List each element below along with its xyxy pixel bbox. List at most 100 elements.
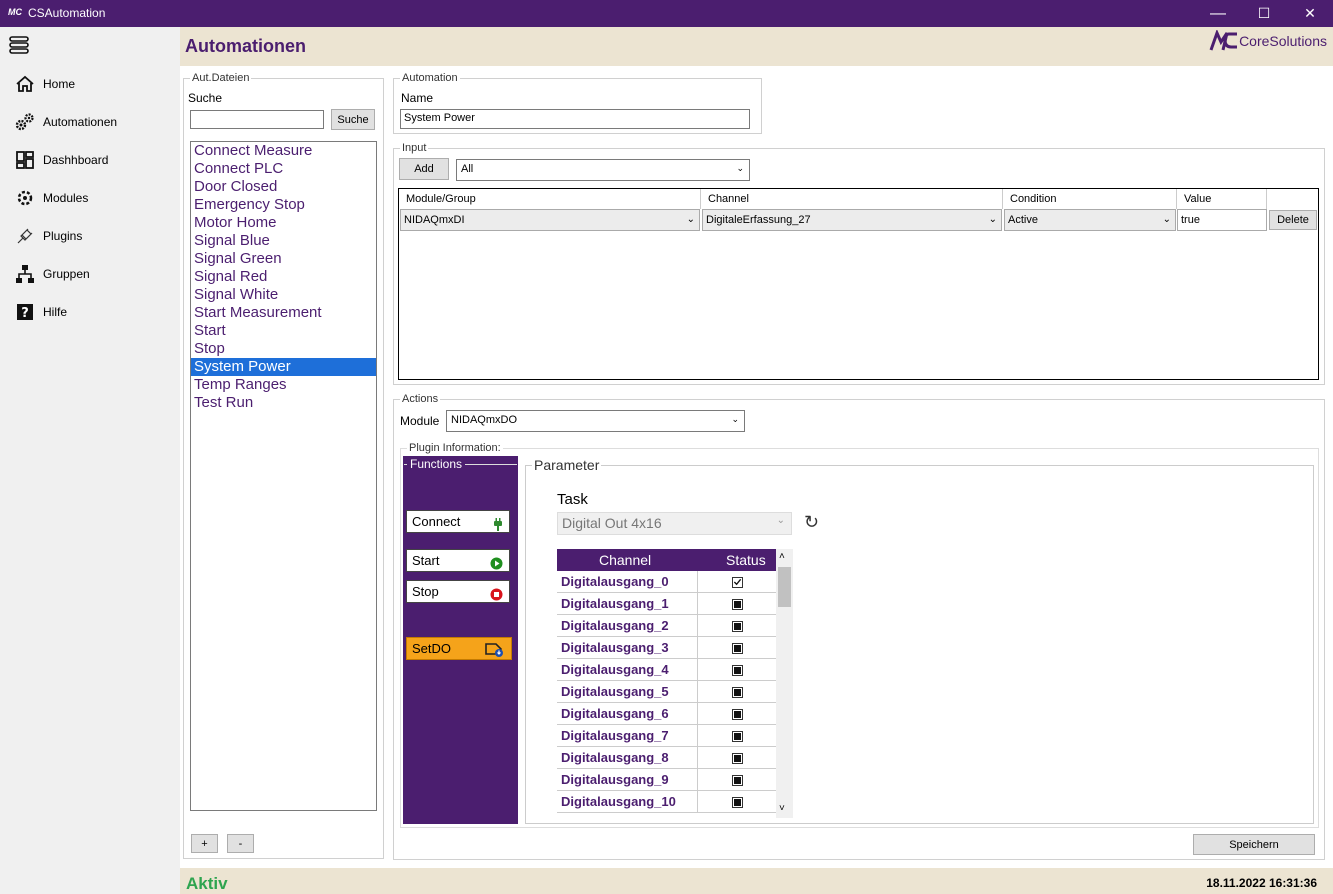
dashboard-icon bbox=[14, 150, 36, 170]
home-icon bbox=[14, 74, 36, 94]
minimize-button[interactable]: — bbox=[1195, 0, 1241, 27]
condition-select[interactable]: Active ⌄ bbox=[1004, 209, 1176, 231]
list-item[interactable]: Signal White bbox=[191, 286, 376, 304]
status-column-header: Status bbox=[726, 552, 766, 568]
nav-item-home[interactable]: Home bbox=[0, 66, 180, 102]
name-label: Name bbox=[401, 91, 434, 105]
refresh-icon[interactable]: ↻ bbox=[804, 512, 819, 533]
list-item[interactable]: Start bbox=[191, 322, 376, 340]
list-item[interactable]: Stop bbox=[191, 340, 376, 358]
connect-button[interactable]: Connect bbox=[406, 510, 510, 533]
value-input[interactable]: true bbox=[1177, 209, 1267, 231]
module-value: NIDAQmxDI bbox=[404, 214, 465, 226]
vertical-scrollbar[interactable]: ˄ ˅ bbox=[776, 549, 793, 818]
status-checkbox[interactable] bbox=[731, 730, 743, 742]
task-select[interactable]: Digital Out 4x16 ⌄ bbox=[557, 512, 792, 535]
table-row: Digitalausgang_4 bbox=[557, 659, 776, 681]
nav-label: Modules bbox=[43, 191, 89, 205]
list-item[interactable]: Emergency Stop bbox=[191, 196, 376, 214]
task-value: Digital Out 4x16 bbox=[562, 515, 662, 531]
chevron-down-icon: ⌄ bbox=[776, 515, 785, 526]
brand-name: CoreSolutions bbox=[1239, 33, 1327, 49]
status-checkbox[interactable] bbox=[731, 620, 743, 632]
table-row: Digitalausgang_10 bbox=[557, 791, 776, 813]
list-item[interactable]: Temp Ranges bbox=[191, 376, 376, 394]
menu-icon[interactable] bbox=[9, 35, 29, 55]
input-filter-select[interactable]: All ⌄ bbox=[456, 159, 750, 181]
table-row: Digitalausgang_6 bbox=[557, 703, 776, 725]
setdo-label: SetDO bbox=[412, 641, 452, 656]
status-checkbox[interactable] bbox=[731, 576, 743, 588]
list-item[interactable]: Signal Blue bbox=[191, 232, 376, 250]
automation-name-input[interactable]: System Power bbox=[400, 109, 750, 129]
page-title: Automationen bbox=[185, 36, 306, 56]
brand-mark-icon bbox=[1209, 30, 1238, 51]
module-select[interactable]: NIDAQmxDI ⌄ bbox=[400, 209, 700, 231]
status-checkbox[interactable] bbox=[731, 664, 743, 676]
nav-item-plugins[interactable]: Plugins bbox=[0, 218, 180, 254]
nav-item-hilfe[interactable]: ? Hilfe bbox=[0, 294, 180, 330]
scroll-down-icon[interactable]: ˅ bbox=[779, 803, 785, 814]
status-cell bbox=[697, 659, 776, 681]
page-header: Automationen CoreSolutions bbox=[180, 27, 1333, 66]
channel-select[interactable]: DigitaleErfassung_27 ⌄ bbox=[702, 209, 1002, 231]
modules-icon bbox=[14, 188, 36, 208]
list-item[interactable]: Connect Measure bbox=[191, 142, 376, 160]
nav-label: Hilfe bbox=[43, 305, 68, 319]
parameter-legend: Parameter bbox=[532, 457, 602, 473]
stop-button[interactable]: Stop bbox=[406, 580, 510, 603]
nav-item-automationen[interactable]: Automationen bbox=[0, 104, 180, 140]
status-cell bbox=[697, 769, 776, 791]
nav-label: Home bbox=[43, 77, 76, 91]
column-header-condition[interactable]: Condition bbox=[1003, 189, 1177, 209]
list-item[interactable]: Connect PLC bbox=[191, 160, 376, 178]
delete-row-button[interactable]: Delete bbox=[1269, 210, 1317, 230]
module-label: Module bbox=[400, 414, 440, 428]
column-header-channel[interactable]: Channel bbox=[701, 189, 1003, 209]
channel-name: Digitalausgang_2 bbox=[561, 618, 669, 633]
status-cell bbox=[697, 747, 776, 769]
status-checkbox[interactable] bbox=[731, 598, 743, 610]
status-cell bbox=[697, 681, 776, 703]
start-button[interactable]: Start bbox=[406, 549, 510, 572]
condition-value: Active bbox=[1008, 214, 1038, 226]
close-icon: ✕ bbox=[1304, 5, 1316, 21]
maximize-button[interactable]: ☐ bbox=[1241, 0, 1287, 27]
automation-legend: Automation bbox=[402, 72, 458, 84]
add-input-button[interactable]: Add bbox=[399, 158, 449, 180]
setdo-button[interactable]: SetDO bbox=[406, 637, 512, 660]
list-item[interactable]: Signal Green bbox=[191, 250, 376, 268]
column-header-module[interactable]: Module/Group bbox=[399, 189, 701, 209]
status-checkbox[interactable] bbox=[731, 708, 743, 720]
plugin-information-legend: Plugin Information: bbox=[409, 442, 501, 454]
window-title: CSAutomation bbox=[28, 6, 106, 20]
scroll-up-icon[interactable]: ˄ bbox=[779, 551, 785, 562]
nav-item-modules[interactable]: Modules bbox=[0, 180, 180, 216]
list-item[interactable]: Start Measurement bbox=[191, 304, 376, 322]
list-item[interactable]: System Power bbox=[191, 358, 376, 376]
scroll-thumb[interactable] bbox=[778, 567, 791, 607]
status-checkbox[interactable] bbox=[731, 642, 743, 654]
functions-legend: Functions bbox=[407, 457, 466, 471]
add-file-button[interactable]: + bbox=[191, 834, 218, 853]
list-item[interactable]: Door Closed bbox=[191, 178, 376, 196]
action-module-select[interactable]: NIDAQmxDO ⌄ bbox=[446, 410, 745, 432]
search-input[interactable] bbox=[190, 110, 324, 129]
search-button[interactable]: Suche bbox=[331, 109, 375, 130]
status-checkbox[interactable] bbox=[731, 774, 743, 786]
nav-item-dashboard[interactable]: Dashhboard bbox=[0, 142, 180, 178]
close-button[interactable]: ✕ bbox=[1287, 0, 1333, 27]
brand-logo: CoreSolutions bbox=[1209, 30, 1327, 52]
list-item[interactable]: Signal Red bbox=[191, 268, 376, 286]
column-header-value[interactable]: Value bbox=[1177, 189, 1267, 209]
list-item[interactable]: Motor Home bbox=[191, 214, 376, 232]
table-row: Digitalausgang_8 bbox=[557, 747, 776, 769]
status-checkbox[interactable] bbox=[731, 686, 743, 698]
remove-file-button[interactable]: - bbox=[227, 834, 254, 853]
list-item[interactable]: Test Run bbox=[191, 394, 376, 412]
status-checkbox[interactable] bbox=[731, 796, 743, 808]
status-checkbox[interactable] bbox=[731, 752, 743, 764]
channel-table-header: Channel Status bbox=[557, 549, 776, 571]
nav-item-gruppen[interactable]: Gruppen bbox=[0, 256, 180, 292]
save-button[interactable]: Speichern bbox=[1193, 834, 1315, 855]
